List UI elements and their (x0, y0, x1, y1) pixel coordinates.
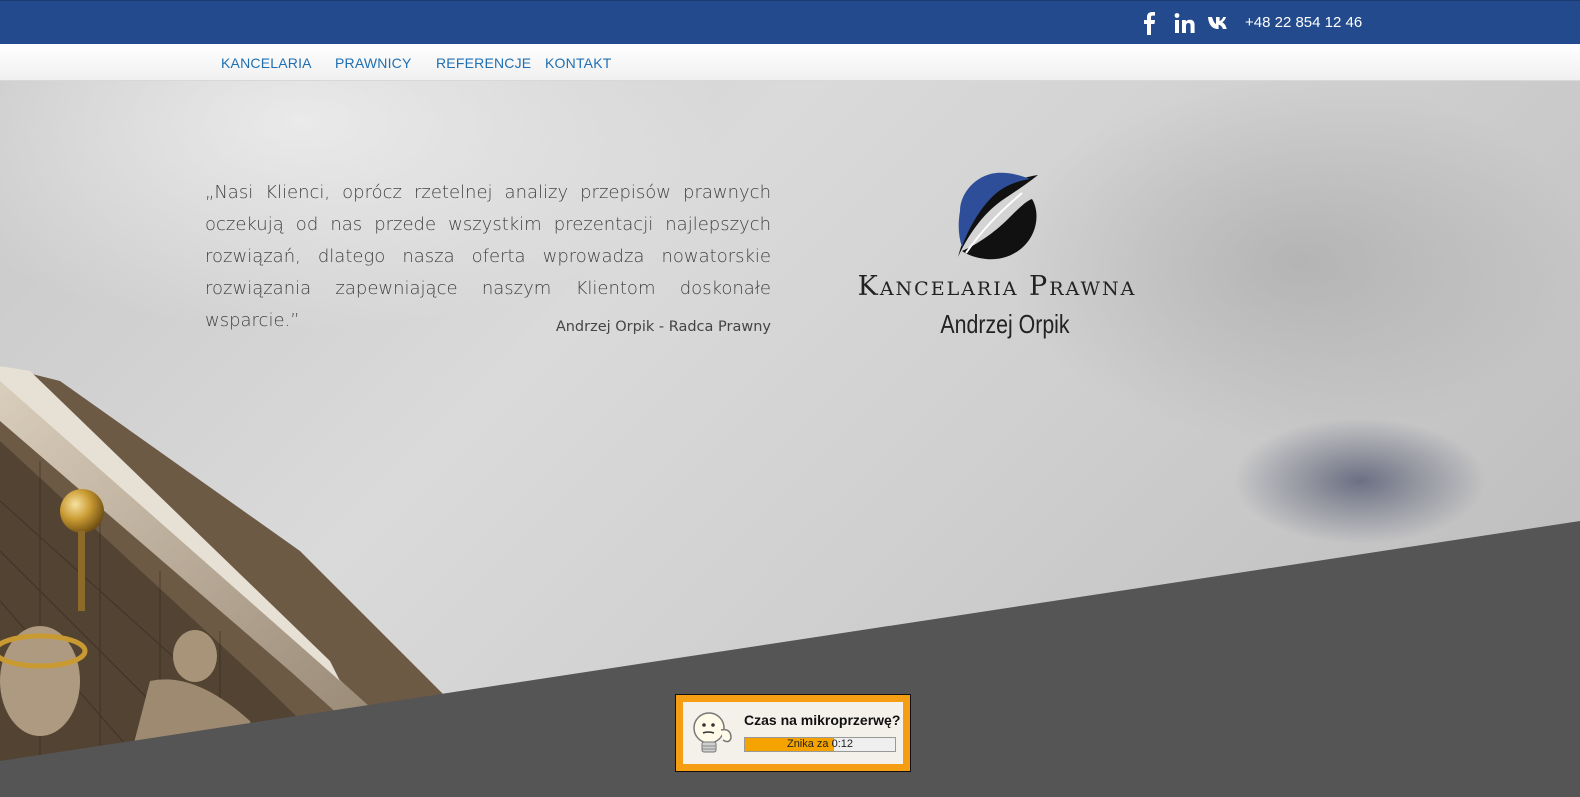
phone-number[interactable]: +48 22 854 12 46 (1245, 14, 1362, 31)
lightbulb-icon (691, 710, 735, 762)
hero-section: „Nasi Klienci, oprócz rzetelnej analizy … (0, 81, 1580, 797)
vk-icon (1207, 15, 1231, 31)
microbreak-popup[interactable]: Czas na mikroprzerwę? Znika za 0:12 (675, 694, 911, 772)
top-bar: +48 22 854 12 46 (0, 0, 1580, 44)
nav-item-prawnicy[interactable]: PRAWNICY (335, 55, 412, 71)
popup-title: Czas na mikroprzerwę? (744, 712, 901, 728)
nav-item-kontakt[interactable]: KONTAKT (545, 55, 611, 71)
main-nav: KANCELARIA PRAWNICY REFERENCJE KONTAKT (0, 44, 1580, 81)
countdown-label: Znika za 0:12 (786, 738, 854, 750)
quote-author: Andrzej Orpik - Radca Prawny (555, 319, 771, 335)
countdown-progress-bar: Znika za 0:12 (744, 737, 896, 752)
hero-quote: „Nasi Klienci, oprócz rzetelnej analizy … (205, 182, 771, 331)
vk-link[interactable] (1207, 8, 1231, 38)
linkedin-icon (1174, 12, 1196, 34)
facebook-icon (1141, 11, 1157, 35)
popup-body: Czas na mikroprzerwę? Znika za 0:12 (683, 702, 903, 764)
logo-title: Kancelaria Prawna (857, 271, 1137, 302)
logo-subtitle: Andrzej Orpik (940, 309, 1070, 339)
facebook-link[interactable] (1141, 8, 1157, 38)
nav-item-kancelaria[interactable]: KANCELARIA (221, 55, 312, 71)
nav-item-referencje[interactable]: REFERENCJE (436, 55, 531, 71)
linkedin-link[interactable] (1174, 8, 1196, 38)
quill-logo-icon (946, 171, 1046, 263)
